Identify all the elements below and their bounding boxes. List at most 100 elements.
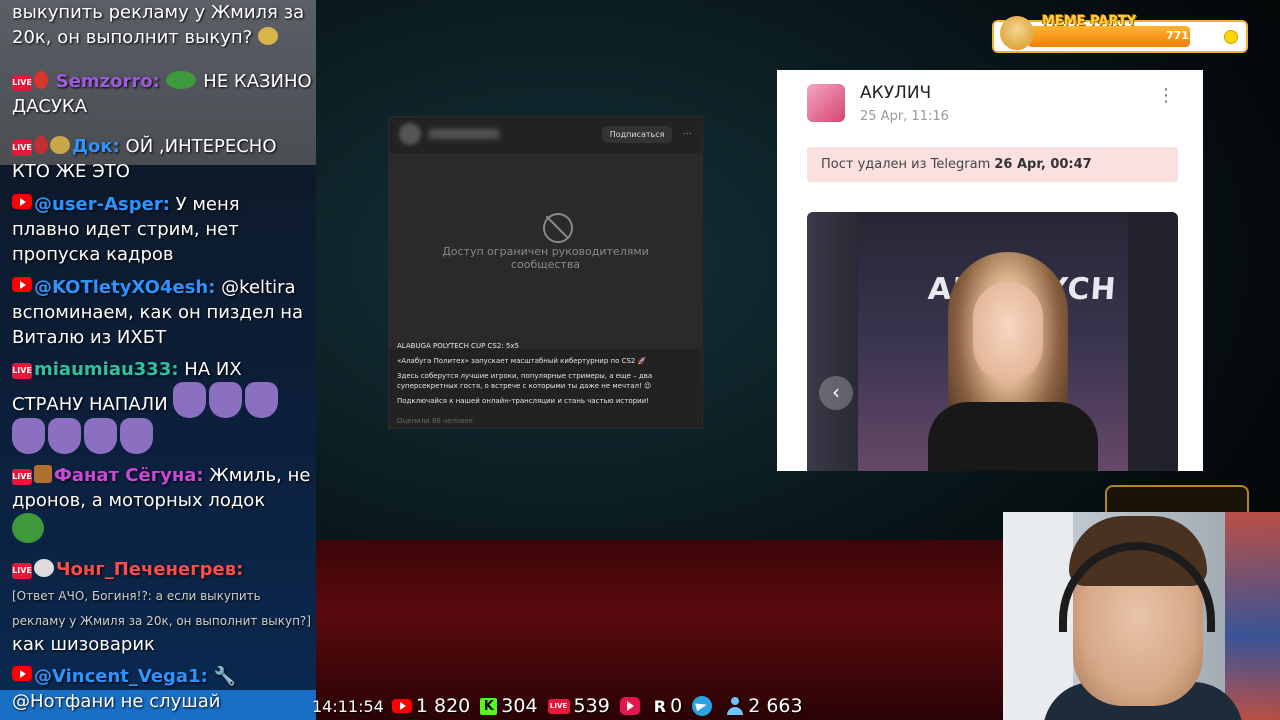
- chat-username: Фанат Сёгуна:: [54, 465, 204, 486]
- chat-username: Док:: [72, 136, 120, 157]
- youtube-viewers: 1 820: [391, 695, 471, 717]
- stream-time: 14:11:54: [312, 696, 384, 716]
- chat-username: Semzorro:: [55, 71, 160, 92]
- avatar: [399, 123, 421, 145]
- live-icon: LIVE: [547, 698, 570, 714]
- user-icon: [726, 697, 744, 715]
- post-title: ALABUGA POLYTECH CUP CS2: 5x5: [397, 342, 519, 350]
- chat-text: @Нотфани не слушай: [12, 691, 221, 712]
- more-icon[interactable]: ···: [682, 129, 692, 140]
- photo-face: [973, 282, 1043, 382]
- sticker-icon: [209, 382, 243, 418]
- chat-message: LIVE Semzorro: НЕ КАЗИНО ДАСУКА: [12, 69, 312, 119]
- youtube-icon: [12, 666, 32, 681]
- sticker-icon: [245, 382, 279, 418]
- chat-reply: [Ответ АЧО, Богиня!?: а если выкупить ре…: [12, 589, 311, 628]
- emote-icon: [34, 465, 52, 483]
- post-date: 25 Apr, 11:16: [860, 109, 949, 124]
- youtube-icon: [12, 194, 32, 209]
- webcam-flag: [1225, 512, 1280, 720]
- sticker-icon: [84, 418, 117, 454]
- chat-username: miaumiau333:: [34, 359, 179, 380]
- pepe-emote-icon: [165, 71, 196, 89]
- crab-icon: [34, 71, 48, 89]
- youtube-viewer-count: 1 820: [415, 695, 471, 717]
- live-badge-icon: LIVE: [12, 363, 32, 379]
- wrench-icon: 🔧: [213, 666, 236, 687]
- chat-message: LIVE Док: ОЙ ,ИНТЕРЕСНО КТО ЖЕ ЭТО: [12, 134, 312, 184]
- post-paragraph: «Алабуга Политех» запускает масштабный к…: [397, 357, 647, 365]
- deleted-date: 26 Apr, 00:47: [994, 157, 1092, 172]
- deleted-label: Пост удален из Telegram: [821, 157, 991, 172]
- emote-icon: [257, 27, 278, 45]
- rutube-icon: R: [653, 696, 667, 716]
- vk-post-card: Подписаться ··· Доступ ограничен руковод…: [388, 116, 703, 429]
- sticker-icon: [173, 382, 207, 418]
- chat-message: @KOTletyXO4esh: @keltira вспоминаем, как…: [12, 275, 312, 350]
- coin-icon: [1224, 30, 1238, 44]
- status-bar: 14:11:54 1 820 K 304 LIVE 539 R 0 2 663: [306, 692, 813, 720]
- meme-party-count: 771 / 1000: [1166, 29, 1232, 42]
- chat-message: @user-Asper: У меня плавно идет стрим, н…: [12, 192, 312, 267]
- chat-text: выкупить рекламу у Жмиля за: [12, 2, 305, 23]
- chat-text: 20к, он выполнит выкуп?: [12, 27, 253, 48]
- blurred-community-name: [429, 129, 499, 139]
- post-paragraph: Здесь соберутся лучшие игроки, популярны…: [397, 372, 653, 390]
- chat-message: LIVE Чонг_Печенегрев: [Ответ АЧО, Богиня!…: [12, 557, 312, 657]
- restricted-message: Доступ ограничен руководителями сообщест…: [442, 245, 649, 271]
- wine-icon: [34, 136, 48, 154]
- chat-username: @KOTletyXO4esh:: [34, 277, 216, 298]
- telegram-link: [692, 696, 716, 716]
- live-viewers: LIVE 539: [547, 695, 610, 717]
- kick-viewers: K 304: [480, 695, 538, 717]
- chat-message: выкупить рекламу у Жмиля за 20к, он выпо…: [12, 0, 312, 50]
- chat-message: LIVE miaumiau333: НА ИХ СТРАНУ НАПАЛИ: [12, 357, 312, 454]
- emote-icon: [34, 559, 54, 577]
- total-viewers: 2 663: [726, 695, 803, 717]
- subscribe-button[interactable]: Подписаться: [601, 125, 673, 143]
- doge-icon: [1000, 16, 1034, 50]
- youtube-icon: [391, 699, 412, 713]
- youtube-icon: [12, 277, 32, 292]
- blocked-icon: [543, 213, 573, 243]
- live-badge-icon: LIVE: [12, 469, 32, 485]
- previous-photo-button[interactable]: ‹: [819, 376, 853, 410]
- play-icon: [619, 697, 640, 715]
- restricted-media: Доступ ограничен руководителями сообщест…: [389, 153, 702, 349]
- kebab-menu-icon[interactable]: ⋮: [1157, 87, 1175, 105]
- webcam-feed: [1003, 512, 1280, 720]
- chat-message: LIVE Фанат Сёгуна: Жмиль, не дронов, а мо…: [12, 463, 312, 550]
- chat-username: @Vincent_Vega1:: [34, 666, 208, 687]
- rutube-viewers: R 0: [654, 695, 682, 717]
- chat-username: @user-Asper:: [34, 194, 170, 215]
- vk-post-header: Подписаться ···: [389, 117, 702, 151]
- total-viewer-count: 2 663: [748, 695, 803, 717]
- deleted-notice: Пост удален из Telegram 26 Apr, 00:47: [807, 147, 1178, 182]
- kick-viewer-count: 304: [501, 695, 538, 717]
- pepe-emote-icon: [12, 513, 44, 543]
- meme-party-widget: MEME PARTY 771 / 1000: [992, 14, 1248, 53]
- meme-party-title: MEME PARTY: [1042, 14, 1137, 29]
- telegram-post-card: АКУЛИЧ 25 Apr, 11:16 ⋮ Пост удален из Te…: [777, 70, 1203, 471]
- sticker-icon: [12, 418, 45, 454]
- live-badge-icon: LIVE: [12, 140, 32, 156]
- photo-content: ALABUYCH: [858, 212, 1128, 471]
- kick-icon: K: [480, 697, 498, 715]
- sticker-icon: [120, 418, 153, 454]
- photo-body: [928, 402, 1098, 471]
- chat-username: Чонг_Печенегрев:: [56, 559, 244, 580]
- post-text: ALABUGA POLYTECH CUP CS2: 5x5 «Алабуга П…: [397, 341, 695, 411]
- sticker-icon: [48, 418, 81, 454]
- live-viewer-count: 539: [573, 695, 610, 717]
- chat-text: как шизоварик: [12, 634, 155, 655]
- live-badge-icon: LIVE: [12, 563, 32, 579]
- live-badge-icon: LIVE: [12, 75, 32, 91]
- emote-icon: [50, 136, 70, 154]
- rutube-viewer-count: 0: [670, 695, 683, 717]
- channel-name[interactable]: АКУЛИЧ: [860, 83, 931, 103]
- telegram-icon: [692, 696, 713, 716]
- play-platform: [619, 697, 644, 715]
- post-photo[interactable]: ALABUYCH ‹: [807, 212, 1178, 471]
- chat-message: @Vincent_Vega1: 🔧 @Нотфани не слушай: [12, 664, 312, 714]
- channel-avatar: [807, 84, 845, 122]
